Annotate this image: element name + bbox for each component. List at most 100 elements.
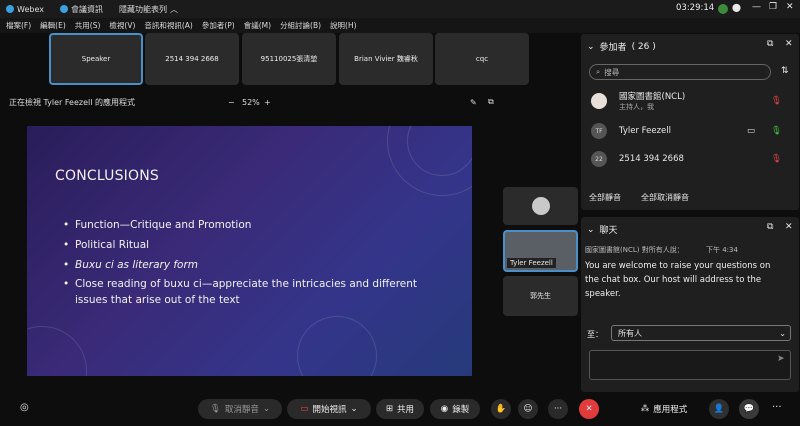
minimize-icon[interactable]: — [752, 2, 761, 12]
mic-muted-icon: 🎙 [771, 96, 782, 106]
chevron-up-icon: ︿ [169, 4, 178, 14]
menu-view[interactable]: 檢視(V) [109, 20, 135, 31]
close-icon[interactable]: ✕ [786, 2, 794, 12]
video-tile[interactable]: 95110025張清堃 [242, 33, 336, 85]
start-video-button[interactable]: ▭ 開始視訊 ⌄ [287, 399, 371, 419]
video-tile-speaker[interactable]: Speaker [49, 33, 143, 85]
participants-button[interactable]: 👤 [709, 399, 729, 419]
record-label: 錄製 [452, 405, 470, 415]
search-input[interactable]: ⌕ 搜尋 [589, 64, 771, 80]
mute-all-button[interactable]: 全部靜音 [589, 192, 621, 203]
more-button[interactable]: ··· [548, 399, 568, 419]
person-icon: 👤 [713, 404, 725, 414]
tile-label: Tyler Feezell [507, 258, 556, 268]
send-icon[interactable]: ➤ [777, 354, 785, 364]
apps-icon: ⁂ [640, 404, 650, 414]
participants-panel: ⌄ 參加者 ( 26 ) ⧉ ✕ ⌕ 搜尋 ⇅ 國家圖書館(NCL) 主持人，我… [581, 34, 799, 210]
chat-panel: ⌄ 聊天 ⧉ ✕ 國家圖書館(NCL) 對所有人說： 下午 4:34 You a… [581, 217, 799, 392]
webex-app: Webex [6, 5, 44, 14]
more-options-icon[interactable]: ··· [772, 402, 782, 413]
meeting-info-button[interactable]: 會議資訊 [59, 4, 103, 15]
video-tile[interactable]: 2514 394 2668 [145, 33, 239, 85]
hide-menu-button[interactable]: 隱藏功能表列 ︿ [119, 4, 178, 15]
popout-icon[interactable]: ⧉ [767, 222, 773, 232]
decoration [27, 326, 87, 376]
participant-count: ( 26 ) [631, 41, 656, 52]
chevron-down-icon: ⌄ [350, 404, 358, 414]
chevron-down-icon: ⌄ [779, 328, 786, 338]
participant-row[interactable]: 22 2514 394 2668 🎙 [591, 148, 786, 170]
avatar: TF [591, 123, 607, 139]
chevron-down-icon: ⌄ [262, 404, 270, 414]
menu-help[interactable]: 說明(H) [330, 20, 357, 31]
menu-bar: 檔案(F) 編輯(E) 共用(S) 檢視(V) 音訊和視訊(A) 參加者(P) … [0, 18, 800, 33]
unmute-all-button[interactable]: 全部取消靜音 [641, 192, 689, 203]
annotate-icon[interactable]: ✎ [470, 98, 477, 107]
zoom-in-button[interactable]: + [264, 98, 271, 107]
popout-icon[interactable]: ⧉ [767, 39, 773, 49]
menu-participants[interactable]: 參加者(P) [202, 20, 235, 31]
record-button[interactable]: ◉ 錄製 [430, 399, 480, 419]
slide-title: CONCLUSIONS [55, 168, 159, 184]
search-placeholder: 搜尋 [604, 67, 620, 77]
video-off-icon: ▭ [300, 404, 309, 414]
recipient-value: 所有人 [618, 328, 642, 338]
webex-logo-icon [6, 5, 14, 13]
layout-icon[interactable]: ◎ [20, 402, 29, 413]
tile-label: 2514 394 2668 [165, 55, 219, 63]
share-icon: ⊞ [385, 404, 394, 414]
menu-meeting[interactable]: 會議(M) [244, 20, 271, 31]
thumb-host[interactable] [503, 187, 578, 225]
raise-hand-button[interactable]: ✋ [491, 399, 511, 419]
tile-label: Speaker [81, 55, 111, 63]
participant-row[interactable]: 國家圖書館(NCL) 主持人，我 🎙 [591, 90, 786, 112]
maximize-icon[interactable]: ❐ [769, 2, 777, 12]
start-video-label: 開始視訊 [312, 405, 347, 415]
menu-edit[interactable]: 編輯(E) [40, 20, 66, 31]
recipient-select[interactable]: 所有人 ⌄ [611, 325, 791, 341]
leave-button[interactable]: ✕ [579, 399, 599, 419]
participant-name: 2514 394 2668 [619, 154, 684, 164]
chat-message: You are welcome to raise your questions … [585, 261, 771, 300]
menu-audio-video[interactable]: 音訊和視訊(A) [144, 20, 192, 31]
shared-slide: CONCLUSIONS Function—Critique and Promot… [27, 126, 472, 376]
bullet: Buxu ci as literary form [63, 258, 443, 274]
bullet: Close reading of buxu ci—appreciate the … [63, 277, 443, 309]
reactions-button[interactable]: ☺ [518, 399, 538, 419]
chevron-down-icon[interactable]: ⌄ [587, 225, 595, 235]
avatar [591, 93, 607, 109]
close-icon[interactable]: ✕ [785, 39, 793, 49]
participant-name: 國家圖書館(NCL) [619, 92, 686, 102]
apps-button[interactable]: ⁂ 應用程式 [633, 399, 695, 419]
unmute-button[interactable]: 🎙 取消靜音 ⌄ [198, 399, 282, 419]
thumb-tyler[interactable]: Tyler Feezell [503, 230, 578, 272]
menu-share[interactable]: 共用(S) [75, 20, 101, 31]
mic-muted-icon: 🎙 [771, 154, 782, 164]
thumb-guo[interactable]: 郭先生 [503, 276, 578, 316]
video-tile[interactable]: Brian Vivier 魏睿秋 [339, 33, 433, 85]
slide-bullets: Function—Critique and Promotion Politica… [63, 218, 443, 313]
sort-icon[interactable]: ⇅ [781, 66, 789, 76]
chevron-down-icon[interactable]: ⌄ [587, 42, 595, 52]
bottom-bar: ◎ 🎙 取消靜音 ⌄ ▭ 開始視訊 ⌄ ⊞ 共用 ◉ 錄製 ✋ ☺ ··· ✕ … [0, 394, 800, 426]
video-tile[interactable]: cqc [435, 33, 529, 85]
info-icon [59, 5, 68, 13]
zoom-out-button[interactable]: − [228, 98, 235, 107]
menu-breakout[interactable]: 分組討論(B) [280, 20, 321, 31]
chat-button[interactable]: 💬 [739, 399, 759, 419]
tile-label: 95110025張清堃 [260, 55, 318, 63]
more-icon: ··· [553, 404, 563, 414]
participant-row[interactable]: TF Tyler Feezell ▭ 🎙 [591, 120, 786, 142]
unmute-label: 取消靜音 [224, 405, 259, 415]
participant-info: 國家圖書館(NCL) 主持人，我 [619, 90, 685, 112]
tile-label: cqc [475, 55, 489, 63]
chat-input[interactable] [589, 350, 791, 380]
menu-file[interactable]: 檔案(F) [6, 20, 31, 31]
share-bar: 正在檢視 Tyler Feezell 的應用程式 − 52% + ✎ ⧉ [0, 93, 505, 111]
close-icon: ✕ [585, 404, 593, 414]
zoom-level: 52% [242, 97, 260, 107]
tile-label: 郭先生 [530, 292, 551, 300]
share-button[interactable]: ⊞ 共用 [376, 399, 424, 419]
close-icon[interactable]: ✕ [785, 222, 793, 232]
popout-icon[interactable]: ⧉ [488, 97, 494, 107]
